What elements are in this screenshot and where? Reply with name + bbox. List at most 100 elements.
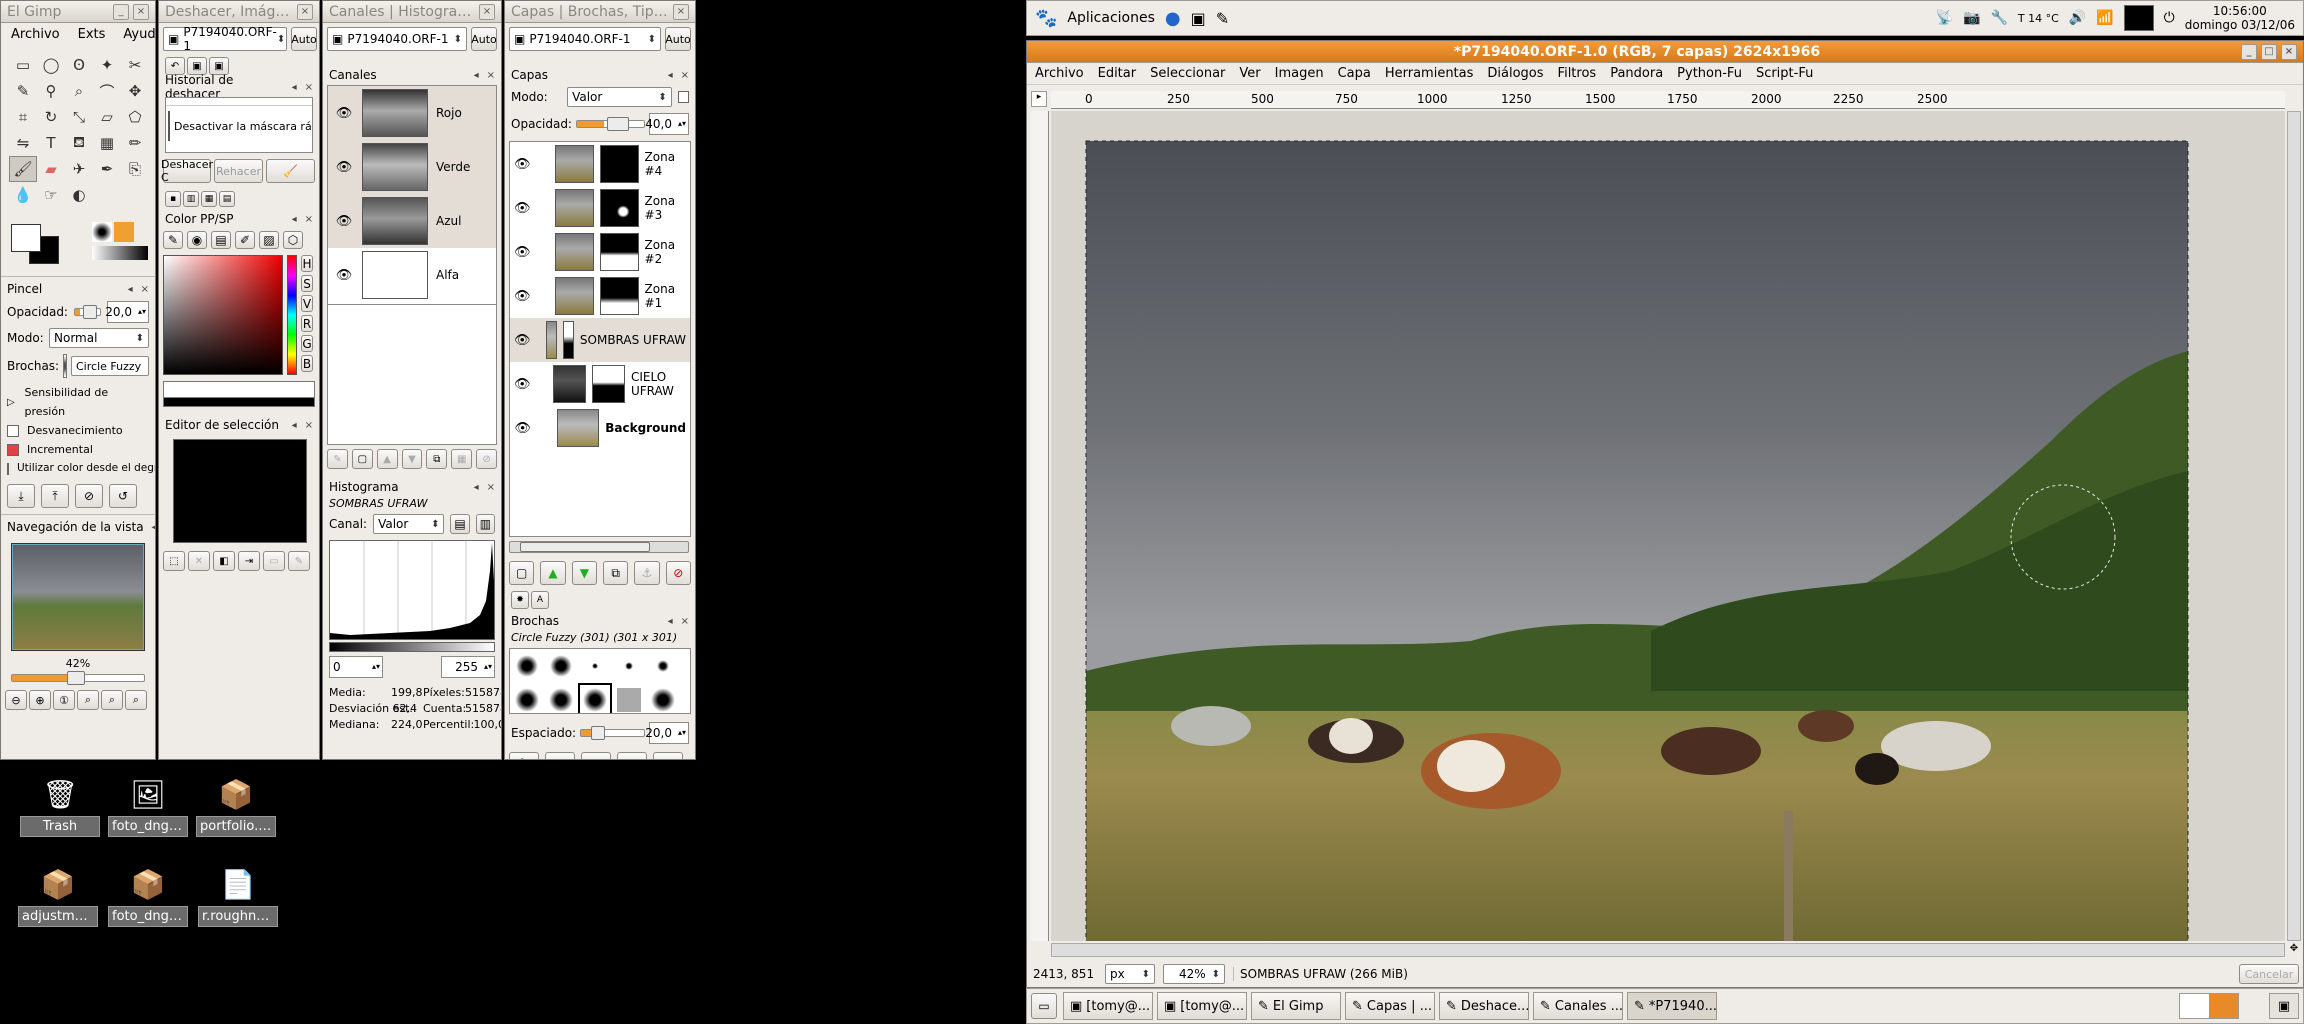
rotate-icon[interactable]: ↻ <box>37 104 65 130</box>
horizontal-ruler[interactable]: 0 250 500 750 1000 1250 1500 1750 2000 2… <box>1051 91 2285 109</box>
brush-cell[interactable] <box>578 649 612 683</box>
anchor-layer-icon[interactable]: ⚓ <box>634 561 660 585</box>
edit-channel-icon[interactable]: ✎ <box>327 449 348 469</box>
bucket-fill-icon[interactable]: ⛾ <box>65 130 93 156</box>
duplicate-brush-icon[interactable]: ⧉ <box>581 752 611 759</box>
channel-s[interactable]: S <box>301 275 313 292</box>
gradient-icon[interactable]: ▦ <box>93 130 121 156</box>
channel-row-red[interactable]: 👁 Rojo <box>328 86 496 140</box>
channels-titlebar[interactable]: Canales | Histograma × <box>323 1 501 23</box>
pressure-expander[interactable]: ▷ Sensibilidad de presión <box>7 383 149 421</box>
history-list[interactable]: Desactivar la máscara rápi <box>165 97 313 153</box>
channel-r[interactable]: R <box>301 315 313 332</box>
image-select[interactable]: ▣ P7194040.ORF-1 ⬍ <box>163 25 287 53</box>
tray-network-icon[interactable]: 📶 <box>2096 10 2113 26</box>
crop-icon[interactable]: ⌗ <box>9 104 37 130</box>
brushes-grid[interactable] <box>509 648 691 714</box>
channel-row-alpha[interactable]: 👁 Alfa <box>328 248 496 302</box>
layer-mode-select[interactable]: Valor ⬍ <box>567 87 672 107</box>
weather-temp[interactable]: T 14 °C <box>2018 12 2059 25</box>
menu-herramientas[interactable]: Herramientas <box>1385 66 1474 81</box>
desktop-icon-foto-dng-2[interactable]: 📦 foto_dng_n... <box>108 866 188 927</box>
brush-preview[interactable] <box>63 354 67 378</box>
menu-archivo[interactable]: Archivo <box>1035 66 1084 81</box>
channel-h[interactable]: H <box>301 255 313 272</box>
eye-icon[interactable]: 👁 <box>514 245 531 260</box>
refresh-brushes-icon[interactable]: ↻ <box>653 752 683 759</box>
dock-close-icon[interactable]: × <box>487 482 495 493</box>
selection-preview[interactable] <box>173 439 307 543</box>
cancel-button[interactable]: Cancelar <box>2239 964 2299 984</box>
brush-cell[interactable] <box>612 649 646 683</box>
lasso-icon[interactable]: ʘ <box>65 52 93 78</box>
brush-cell[interactable] <box>646 649 680 683</box>
flip-icon[interactable]: ⇋ <box>9 130 37 156</box>
dock-close-icon[interactable]: × <box>305 82 313 93</box>
shrink-wrap-icon[interactable]: ⌕ <box>125 690 147 710</box>
opacity-slider[interactable] <box>73 305 101 319</box>
brush-cell[interactable] <box>544 649 578 683</box>
raise-channel-icon[interactable]: ▲ <box>376 449 398 469</box>
dock-close-icon[interactable]: × <box>681 70 689 81</box>
layer-row-sombras-ufraw[interactable]: 👁 SOMBRAS UFRAW <box>510 318 690 362</box>
zoom-fit-icon[interactable]: ⌕ <box>77 690 99 710</box>
auto-button[interactable]: Auto <box>291 27 317 51</box>
maximize-icon[interactable]: □ <box>2261 43 2277 60</box>
shear-icon[interactable]: ▱ <box>93 104 121 130</box>
trash-applet-icon[interactable]: ▣ <box>2269 993 2299 1019</box>
range-high-spin[interactable]: 255 <box>441 656 495 678</box>
layers-titlebar[interactable]: Capas | Brochas, Tipografía × <box>505 1 695 23</box>
image-canvas[interactable] <box>1051 111 2285 941</box>
blur-icon[interactable]: 💧 <box>9 182 37 208</box>
navigate-corner-icon[interactable]: ✥ <box>2287 943 2301 957</box>
menu-archivo[interactable]: Archivo <box>11 27 60 42</box>
incremental-checkbox[interactable]: Incremental <box>7 440 149 459</box>
horizontal-scrollbar[interactable] <box>1051 943 2285 957</box>
unit-select[interactable]: px ⬍ <box>1105 964 1155 984</box>
log-histogram-icon[interactable]: ▥ <box>475 514 495 534</box>
zoom-tool-icon[interactable]: ⌕ <box>65 78 93 104</box>
dock-close-icon[interactable]: × <box>681 616 689 627</box>
dock-menu-icon[interactable]: ◂ <box>474 482 479 493</box>
vertical-scrollbar[interactable] <box>2287 111 2301 941</box>
paintbrush-icon[interactable]: 🖌 <box>9 156 37 182</box>
minimize-icon[interactable]: _ <box>113 3 129 20</box>
quick-mask-corner-icon[interactable]: ▸ <box>1031 91 1047 107</box>
task-terminal-1[interactable]: ▣ [tomy@... <box>1063 992 1153 1020</box>
menu-exts[interactable]: Exts <box>78 27 106 42</box>
desktop-icon-foto-dng-1[interactable]: 🖼 foto_dng_n... <box>108 776 188 837</box>
dock-menu-icon[interactable]: ◂ <box>292 420 297 431</box>
image-select[interactable]: ▣ P7194040.ORF-1 ⬍ <box>327 27 467 51</box>
eye-icon[interactable]: 👁 <box>514 289 531 304</box>
menu-seleccionar[interactable]: Seleccionar <box>1150 66 1225 81</box>
menu-ver[interactable]: Ver <box>1239 66 1260 81</box>
cmyk-color-icon[interactable]: ▤ <box>211 231 231 249</box>
spacing-slider[interactable] <box>580 726 645 740</box>
tab-fg-bg[interactable]: ▪ <box>165 191 181 207</box>
reset-options-button[interactable]: ↺ <box>109 484 137 508</box>
brush-cell[interactable] <box>510 683 544 713</box>
smudge-icon[interactable]: ☞ <box>37 182 65 208</box>
dock-menu-icon[interactable]: ◂ <box>668 70 673 81</box>
ink-icon[interactable]: ✒ <box>93 156 121 182</box>
auto-button[interactable]: Auto <box>665 27 691 51</box>
save-to-channel-icon[interactable]: ⇥ <box>238 551 260 571</box>
close-icon[interactable]: × <box>479 3 495 20</box>
menu-imagen[interactable]: Imagen <box>1275 66 1324 81</box>
layer-opacity-slider[interactable] <box>575 117 645 131</box>
selection-to-path-icon[interactable]: ▭ <box>263 551 285 571</box>
select-all-icon[interactable]: ⬚ <box>163 551 185 571</box>
channel-to-selection-icon[interactable]: ▦ <box>451 449 473 469</box>
task-canales[interactable]: ✎ Canales ... <box>1533 992 1623 1020</box>
tab-palette[interactable]: ▥ <box>183 191 199 207</box>
clone-icon[interactable]: ⎘ <box>121 156 149 182</box>
dock-menu-icon[interactable]: ◂ <box>128 284 133 295</box>
histogram-graph[interactable] <box>329 540 495 640</box>
range-low-spin[interactable]: 0 <box>329 656 383 678</box>
scale-icon[interactable]: ⤡ <box>65 104 93 130</box>
task-el-gimp[interactable]: ✎ El Gimp <box>1251 992 1341 1020</box>
gimp-color-icon[interactable]: ✎ <box>163 231 183 249</box>
opacity-spin[interactable]: 20,0 <box>105 301 149 323</box>
vertical-ruler[interactable] <box>1031 111 1049 941</box>
dock-menu-icon[interactable]: ◂ <box>292 82 297 93</box>
